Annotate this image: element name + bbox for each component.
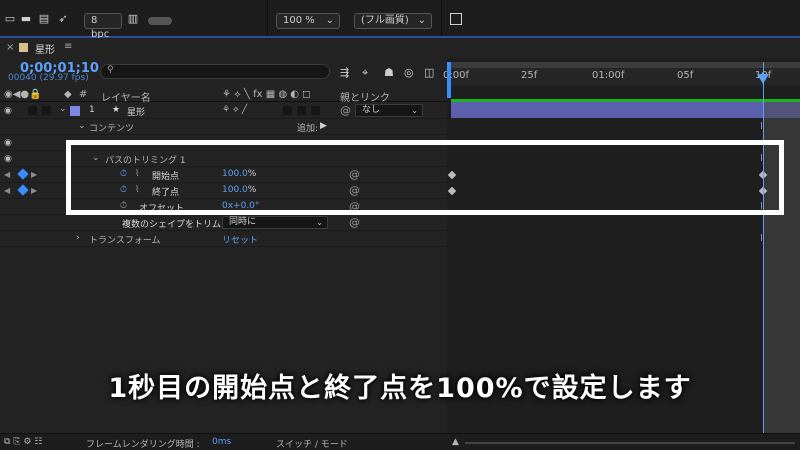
- solo-toggle[interactable]: [28, 106, 37, 115]
- keyframe-diamond-icon[interactable]: [17, 168, 29, 180]
- zoom-value: 100 %: [283, 15, 315, 26]
- layer-number: 1: [89, 105, 95, 115]
- eye-icon[interactable]: ◉: [4, 106, 12, 116]
- region-of-interest-icon[interactable]: [450, 13, 462, 25]
- timeline-footer: ⧉ ⎘ ⚙ ☷ フレームレンダリング時間 : 0ms スイッチ / モード ▲: [0, 433, 800, 450]
- transform-row[interactable]: › トランスフォーム リセット: [0, 231, 447, 247]
- trash-icon[interactable]: ▥: [127, 13, 139, 24]
- ruler-label: 25f: [521, 70, 538, 81]
- work-area-bar[interactable]: [447, 62, 800, 68]
- layer-column-header: ◉◀●🔒 ◆ # レイヤー名 ⚘ ⟡ ╲ fx ▦ ◍ ◐ ◻ 親とリンク: [0, 88, 447, 104]
- expression-pick-whip-icon[interactable]: @: [349, 216, 360, 229]
- comp-color-swatch: [19, 43, 28, 52]
- chevron-right-icon[interactable]: ›: [76, 233, 80, 243]
- quality-dropdown[interactable]: (フル画質) ⌄: [354, 13, 432, 29]
- zoom-slider-track[interactable]: [465, 442, 795, 444]
- footer-toggle-icons[interactable]: ⧉ ⎘ ⚙ ☷: [4, 437, 42, 447]
- render-time-value: 0ms: [212, 437, 232, 447]
- chevron-down-icon: ⌄: [411, 106, 418, 115]
- toolbar-divider: [267, 0, 268, 36]
- zoom-out-icon[interactable]: ▲: [452, 437, 459, 447]
- slider-track[interactable]: [148, 17, 172, 25]
- rocket-icon[interactable]: ➶: [57, 13, 69, 24]
- parent-dropdown[interactable]: なし ⌄: [355, 104, 423, 117]
- layer-switches[interactable]: ⚘ ⟡ ╱: [222, 105, 247, 115]
- reset-link[interactable]: リセット: [222, 233, 258, 246]
- trim-multiple-row[interactable]: 複数のシェイプをトリム 同時に ⌄ @: [0, 215, 447, 231]
- switches-icons: ⚘ ⟡ ╲ fx ▦ ◍ ◐ ◻: [222, 89, 311, 100]
- chevron-down-icon: ⌄: [316, 218, 323, 227]
- layer-label-color[interactable]: [70, 106, 80, 116]
- chevron-down-icon: ⌄: [417, 15, 426, 26]
- previous-keyframe-icon[interactable]: ◀: [4, 186, 10, 195]
- transform-label[interactable]: トランスフォーム: [89, 233, 161, 246]
- layer-name[interactable]: 星形: [127, 105, 145, 118]
- folder-icon[interactable]: ▬: [20, 13, 32, 24]
- highlight-frame: [66, 140, 784, 215]
- composition-mini-flowchart-icon[interactable]: ⇶: [340, 66, 349, 79]
- layer-duration-bar[interactable]: [451, 102, 800, 118]
- shy-layers-icon[interactable]: ☗: [384, 66, 394, 79]
- viewer-icon[interactable]: ▭: [4, 13, 16, 24]
- eye-icon[interactable]: ◉: [4, 138, 12, 148]
- search-icon: ⚲: [107, 65, 114, 75]
- number-icon: #: [79, 89, 88, 100]
- draft-3d-icon[interactable]: ⌖: [362, 66, 368, 80]
- switch-box[interactable]: [283, 106, 292, 115]
- eye-icon[interactable]: ◉: [4, 154, 12, 164]
- render-time-label: フレームレンダリング時間 :: [86, 440, 200, 450]
- switch-mode-toggle[interactable]: スイッチ / モード: [276, 437, 348, 450]
- ruler-label: 01:00f: [592, 70, 625, 81]
- switch-box[interactable]: [311, 106, 320, 115]
- chevron-down-icon[interactable]: ⌄: [78, 121, 86, 131]
- composition-icon[interactable]: ▤: [38, 13, 50, 24]
- contents-label[interactable]: コンテンツ: [89, 121, 134, 134]
- previous-keyframe-icon[interactable]: ◀: [4, 170, 10, 179]
- composition-tab-row: × 星形 ≡: [0, 38, 800, 58]
- trim-multiple-value: 同時に: [229, 217, 257, 227]
- frame-rate-display: 00040 (29.97 fps): [8, 73, 89, 83]
- ruler-label: 05f: [677, 70, 694, 81]
- zoom-dropdown[interactable]: 100 % ⌄: [276, 13, 340, 29]
- pick-whip-icon[interactable]: @: [340, 104, 351, 117]
- trim-multiple-label: 複数のシェイプをトリム: [122, 220, 222, 230]
- next-keyframe-icon[interactable]: ▶: [31, 186, 37, 195]
- layer-search-input[interactable]: ⚲: [100, 64, 330, 79]
- trim-multiple-dropdown[interactable]: 同時に ⌄: [222, 216, 328, 229]
- column-layer-name[interactable]: レイヤー名: [101, 89, 151, 104]
- keyframe-diamond-icon[interactable]: [17, 184, 29, 196]
- add-label: 追加:: [297, 124, 319, 134]
- top-toolbar: ▭ ▬ ▤ ➶ 8 bpc ▥ 100 % ⌄ (フル画質) ⌄: [0, 0, 800, 40]
- av-features-icon[interactable]: ◉◀●🔒: [4, 89, 42, 100]
- parent-value: なし: [362, 105, 381, 115]
- work-area-start-handle[interactable]: [447, 62, 451, 98]
- tab-comp-name[interactable]: 星形: [35, 41, 55, 56]
- next-keyframe-icon[interactable]: ▶: [31, 170, 37, 179]
- quality-value: (フル画質): [361, 15, 409, 26]
- lock-toggle[interactable]: [42, 106, 51, 115]
- keyframe-navigator[interactable]: ◀ ▶: [4, 184, 38, 196]
- label-icon[interactable]: ◆: [64, 89, 72, 100]
- close-tab-icon[interactable]: ×: [6, 42, 14, 53]
- shape-layer-star-icon: ★: [112, 105, 121, 115]
- tutorial-caption: 1秒目の開始点と終了点を100%で設定します: [108, 373, 692, 404]
- column-parent-link[interactable]: 親とリンク: [340, 89, 390, 104]
- layer-row-1[interactable]: ◉ ⌄ 1 ★ 星形 ⚘ ⟡ ╱ @ なし ⌄: [0, 103, 447, 119]
- chevron-down-icon[interactable]: ⌄: [59, 104, 67, 114]
- toolbar-divider: [441, 0, 442, 36]
- chevron-down-icon: ⌄: [325, 15, 334, 26]
- add-menu-icon[interactable]: ▶: [320, 121, 327, 131]
- keyframe-navigator[interactable]: ◀ ▶: [4, 168, 38, 180]
- panel-menu-icon[interactable]: ≡: [64, 41, 72, 52]
- switch-box[interactable]: [297, 106, 306, 115]
- graph-editor-icon[interactable]: ◫: [424, 66, 434, 79]
- motion-blur-icon[interactable]: ◎: [404, 66, 414, 79]
- contents-row[interactable]: ⌄ コンテンツ 追加: ▶: [0, 119, 447, 135]
- bpc-button[interactable]: 8 bpc: [84, 13, 122, 40]
